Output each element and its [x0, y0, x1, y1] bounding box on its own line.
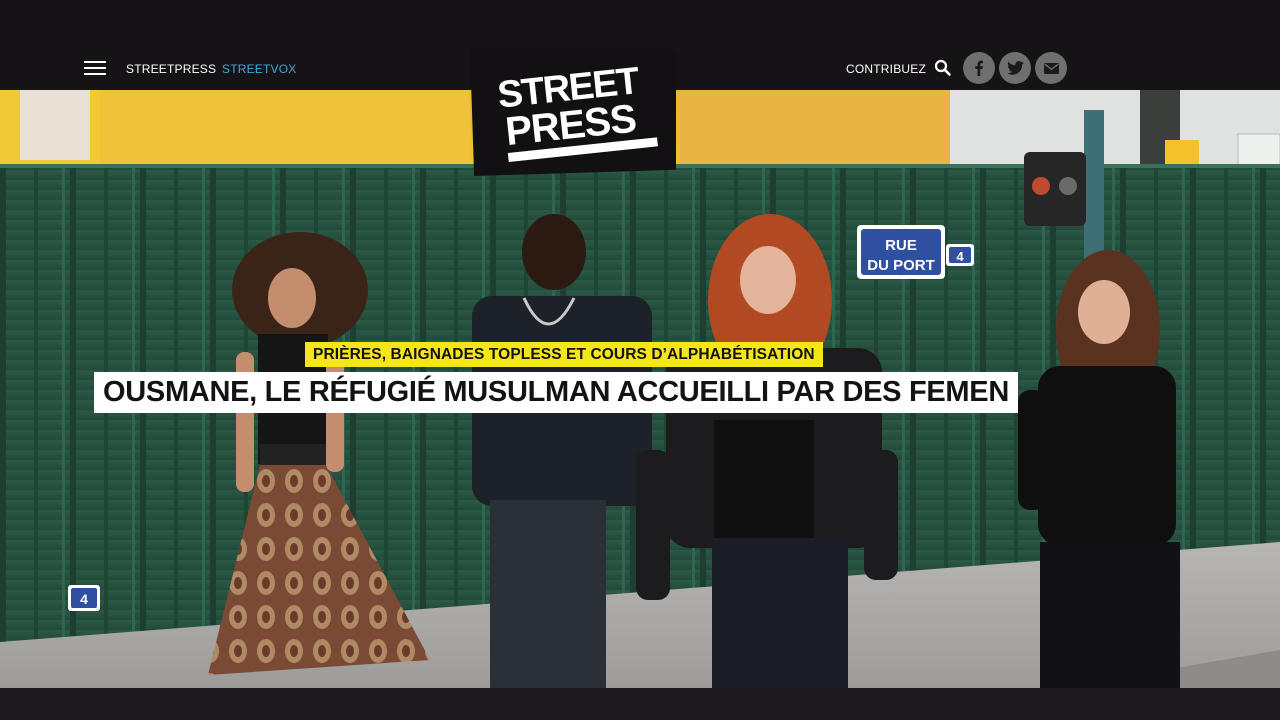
twitter-icon	[1006, 61, 1024, 75]
svg-text:4: 4	[80, 591, 88, 607]
nav-link-streetvox[interactable]: STREETVOX	[222, 62, 296, 76]
svg-text:RUE: RUE	[885, 237, 917, 254]
article-kicker: PRIÈRES, BAIGNADES TOPLESS ET COURS D’AL…	[305, 342, 823, 367]
mail-share-button[interactable]	[1035, 52, 1067, 84]
streetpress-logo[interactable]: STREET PRESS	[470, 50, 676, 176]
nav-link-contribuez[interactable]: CONTRIBUEZ	[846, 62, 926, 76]
house-number-plate: 4	[68, 585, 100, 611]
svg-text:DU PORT: DU PORT	[867, 257, 935, 274]
page-bottom-band	[0, 688, 1280, 720]
article-headline[interactable]: OUSMANE, LE RÉFUGIÉ MUSULMAN ACCUEILLI P…	[94, 372, 1018, 413]
mail-icon	[1043, 62, 1059, 74]
hamburger-menu-icon[interactable]	[84, 60, 106, 76]
nav-link-streetpress[interactable]: STREETPRESS	[126, 62, 216, 76]
twitter-share-button[interactable]	[999, 52, 1031, 84]
search-icon[interactable]	[934, 59, 952, 77]
hero-photo[interactable]: RUE DU PORT 4 4 PRIÈRES, BAIGNADES TOPLE…	[0, 90, 1280, 688]
facebook-share-button[interactable]	[963, 52, 995, 84]
facebook-icon	[975, 60, 983, 76]
svg-text:4: 4	[956, 249, 964, 264]
